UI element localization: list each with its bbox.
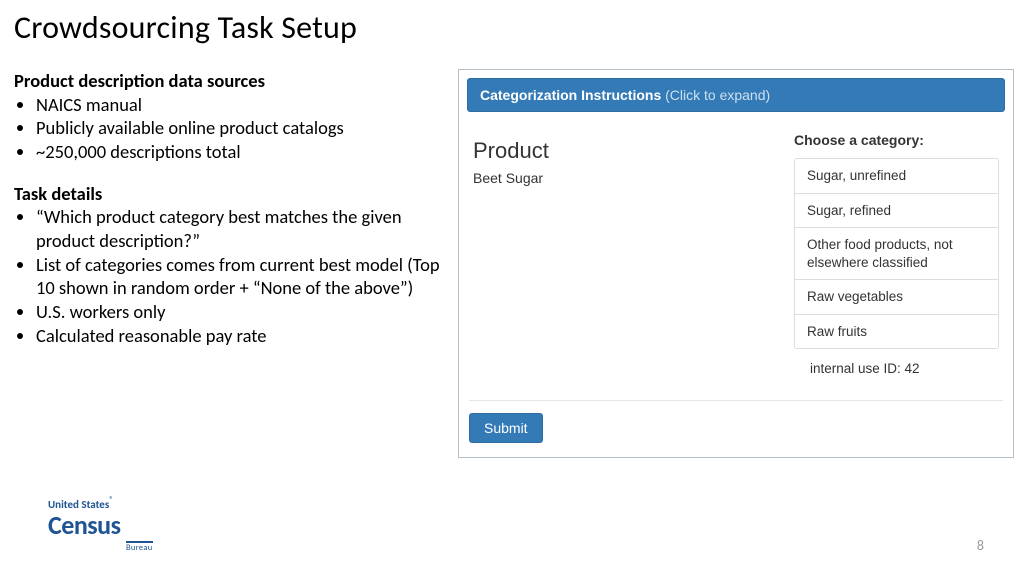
screenshot-column: Categorization Instructions (Click to ex… [458, 69, 1014, 458]
instructions-expander[interactable]: Categorization Instructions (Click to ex… [467, 78, 1005, 112]
list-item: Calculated reasonable pay rate [36, 324, 444, 348]
task-list: “Which product category best matches the… [14, 205, 444, 347]
sources-list: NAICS manual Publicly available online p… [14, 93, 444, 164]
list-item: List of categories comes from current be… [36, 253, 444, 300]
category-option[interactable]: Sugar, refined [795, 194, 998, 229]
internal-id: internal use ID: 42 [794, 349, 999, 378]
text-column: Product description data sources NAICS m… [14, 69, 444, 458]
category-pane: Choose a category: Sugar, unrefined Suga… [794, 132, 999, 378]
section-heading-sources: Product description data sources [14, 69, 444, 93]
list-item: Publicly available online product catalo… [36, 116, 444, 140]
list-item: NAICS manual [36, 93, 444, 117]
product-pane: Product Beet Sugar [473, 132, 764, 378]
task-ui-panel: Categorization Instructions (Click to ex… [458, 69, 1014, 458]
content-columns: Product description data sources NAICS m… [0, 47, 1024, 458]
task-body: Product Beet Sugar Choose a category: Su… [459, 112, 1013, 386]
category-list: Sugar, unrefined Sugar, refined Other fo… [794, 158, 999, 349]
category-option[interactable]: Raw fruits [795, 315, 998, 349]
logo-line2: Census [48, 509, 121, 541]
submit-button[interactable]: Submit [469, 413, 543, 443]
submit-row: Submit [459, 401, 1013, 457]
category-option[interactable]: Sugar, unrefined [795, 159, 998, 194]
category-option[interactable]: Raw vegetables [795, 280, 998, 315]
choose-label: Choose a category: [794, 132, 999, 148]
instructions-title: Categorization Instructions [480, 87, 661, 103]
instructions-hint: (Click to expand) [665, 87, 770, 103]
section-heading-task: Task details [14, 182, 444, 206]
list-item: “Which product category best matches the… [36, 205, 444, 252]
census-logo: United States® Census Bureau [48, 496, 153, 554]
logo-line3: Bureau [126, 541, 153, 553]
registered-icon: ® [109, 495, 113, 505]
list-item: U.S. workers only [36, 300, 444, 324]
slide-title: Crowdsourcing Task Setup [0, 0, 1024, 47]
category-option[interactable]: Other food products, not elsewhere class… [795, 228, 998, 280]
list-item: ~250,000 descriptions total [36, 140, 444, 164]
page-number: 8 [977, 537, 984, 554]
product-description: Beet Sugar [473, 170, 764, 186]
product-heading: Product [473, 138, 764, 164]
